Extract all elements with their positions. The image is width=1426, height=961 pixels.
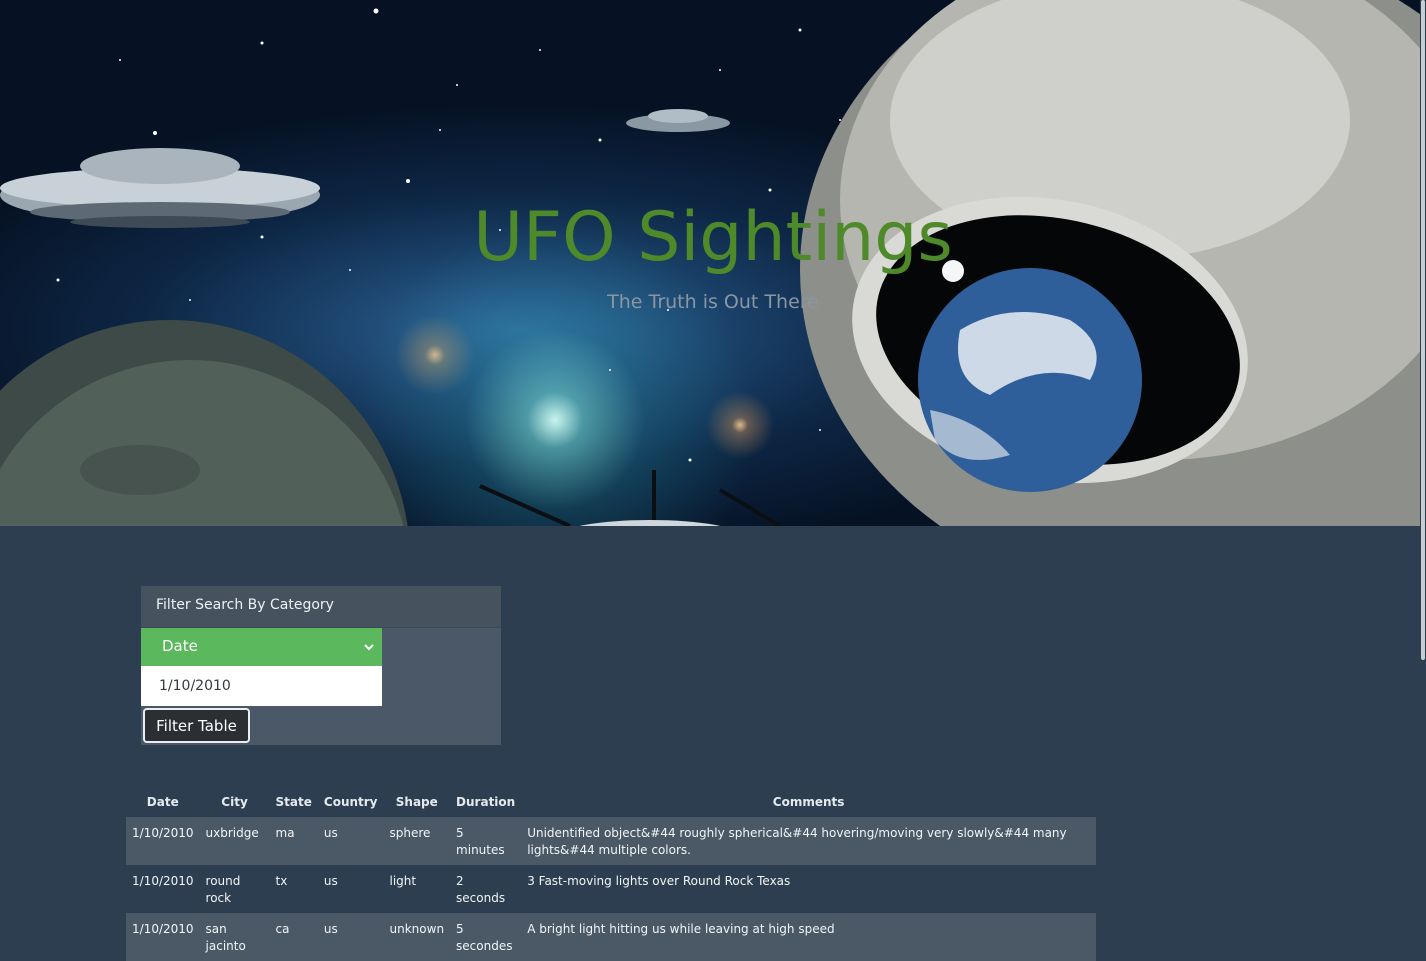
cell-state: ca [269,913,318,961]
category-select[interactable]: Date [141,628,382,666]
header-shape[interactable]: Shape [384,786,451,817]
cell-date: 1/10/2010 [126,817,200,865]
cell-date: 1/10/2010 [126,913,200,961]
header-comments[interactable]: Comments [521,786,1096,817]
table-row: 1/10/2010 round rock tx us light 2 secon… [126,865,1096,913]
hero-banner: UFO Sightings The Truth is Out There [0,0,1426,526]
cell-state: tx [269,865,318,913]
cell-city: san jacinto [199,913,270,961]
cell-comments: 3 Fast-moving lights over Round Rock Tex… [521,865,1096,913]
filter-panel-heading: Filter Search By Category [141,586,501,628]
page-scrollbar[interactable] [1420,0,1426,951]
table-row: 1/10/2010 san jacinto ca us unknown 5 se… [126,913,1096,961]
category-select-value: Date [162,637,198,655]
chevron-down-icon [364,644,374,651]
cell-duration: 5 secondes [450,913,522,961]
antenna-structure [479,470,782,526]
cell-duration: 5 minutes [450,817,522,865]
filter-panel: Filter Search By Category Date Filter Ta… [141,586,501,745]
planet-left [0,320,408,526]
page-title: UFO Sightings [473,198,953,277]
cell-country: us [317,817,384,865]
cell-duration: 2 seconds [450,865,522,913]
cell-comments: A bright light hitting us while leaving … [521,913,1096,961]
cell-comments: Unidentified object&#44 roughly spherica… [521,817,1096,865]
table-header-row: Date City State Country Shape Duration C… [126,786,1096,817]
saucer-bottom [579,520,721,526]
page-subtitle: The Truth is Out There [607,291,819,313]
header-date[interactable]: Date [126,786,200,817]
cell-shape: light [383,865,451,913]
flying-saucer-small [626,109,730,132]
cell-shape: unknown [383,913,451,961]
cell-country: us [317,865,384,913]
filter-value-input[interactable] [141,666,382,706]
header-country[interactable]: Country [318,786,384,817]
cell-shape: sphere [383,817,451,865]
cell-date: 1/10/2010 [126,865,200,913]
cell-state: ma [269,817,318,865]
table-row: 1/10/2010 uxbridge ma us sphere 5 minute… [126,817,1096,865]
header-city[interactable]: City [200,786,270,817]
sightings-table: Date City State Country Shape Duration C… [126,786,1096,961]
header-state[interactable]: State [270,786,318,817]
cell-country: us [317,913,384,961]
header-duration[interactable]: Duration [450,786,521,817]
filter-table-button[interactable]: Filter Table [143,708,250,743]
cell-city: round rock [199,865,270,913]
cell-city: uxbridge [199,817,270,865]
scrollbar-thumb[interactable] [1421,0,1425,660]
